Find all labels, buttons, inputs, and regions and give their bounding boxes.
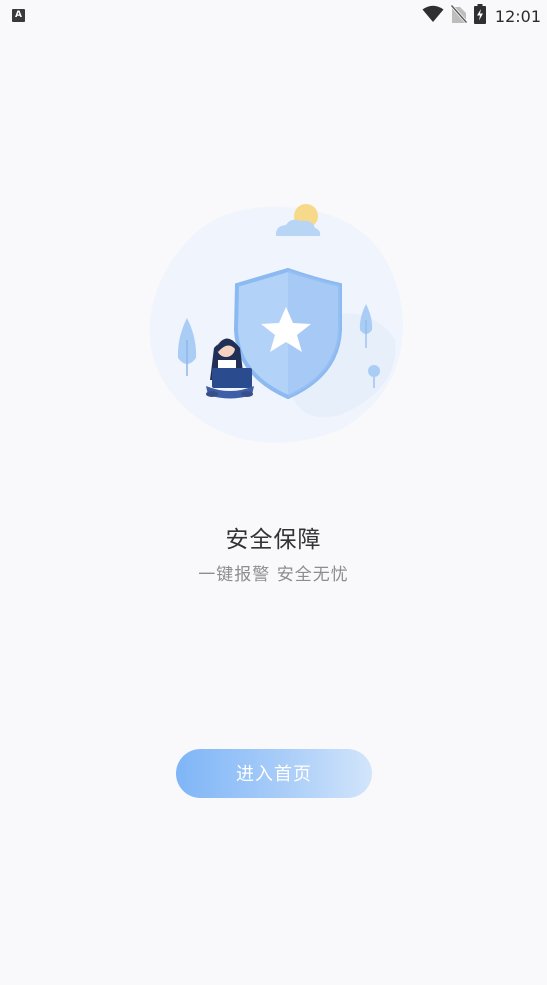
status-time: 12:01	[494, 6, 541, 26]
status-bar: A 12:01	[0, 0, 547, 32]
page-subtitle: 一键报警 安全无忧	[198, 565, 349, 585]
security-illustration	[140, 190, 410, 455]
enter-home-button[interactable]: 进入首页	[176, 749, 372, 798]
status-icons: 12:01	[422, 4, 541, 28]
page-title: 安全保障	[225, 527, 322, 553]
wifi-icon	[422, 5, 444, 27]
no-sim-icon	[449, 4, 469, 28]
battery-charging-icon	[473, 4, 486, 28]
notification-a-icon: A	[12, 9, 25, 22]
